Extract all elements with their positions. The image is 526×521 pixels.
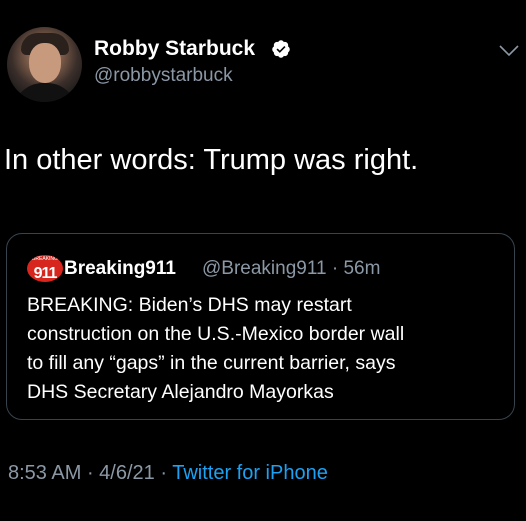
quoted-body-line: DHS Secretary Alejandro Mayorkas <box>27 381 334 403</box>
quoted-body-line: to fill any “gaps” in the current barrie… <box>27 352 396 374</box>
tweet-date[interactable]: 4/6/21 <box>99 462 155 484</box>
quoted-tweet[interactable]: BREAKING 911 Breaking911 @Breaking911 · … <box>6 233 515 420</box>
author-handle[interactable]: @robbystarbuck <box>94 64 233 88</box>
avatar[interactable] <box>7 27 82 102</box>
quoted-body-line: construction on the U.S.-Mexico border w… <box>27 323 405 345</box>
quoted-body-line: BREAKING: Biden’s DHS may restart <box>27 294 352 316</box>
verified-badge-icon <box>272 40 290 58</box>
separator: · <box>81 462 100 484</box>
tweet-card: Robby Starbuck @robbystarbuck In other w… <box>0 0 526 521</box>
quoted-display-name: Breaking911 <box>64 258 176 279</box>
avatar-face <box>29 43 61 83</box>
tweet-time[interactable]: 8:53 AM <box>8 462 81 484</box>
tweet-footer: 8:53 AM · 4/6/21 · Twitter for iPhone <box>8 460 328 486</box>
quoted-handle-time: @Breaking911 · 56m <box>202 258 381 279</box>
tweet-source-link[interactable]: Twitter for iPhone <box>172 462 328 484</box>
chevron-down-icon[interactable] <box>498 44 520 58</box>
author-display-name[interactable]: Robby Starbuck <box>94 37 255 61</box>
separator: · <box>154 462 173 484</box>
tweet-text: In other words: Trump was right. <box>4 144 419 176</box>
quoted-body: BREAKING: Biden’s DHS may restart constr… <box>27 291 497 407</box>
avatar-shirt <box>13 83 77 102</box>
logo-number: 911 <box>33 265 58 282</box>
breaking911-logo-icon: BREAKING 911 <box>27 255 63 282</box>
